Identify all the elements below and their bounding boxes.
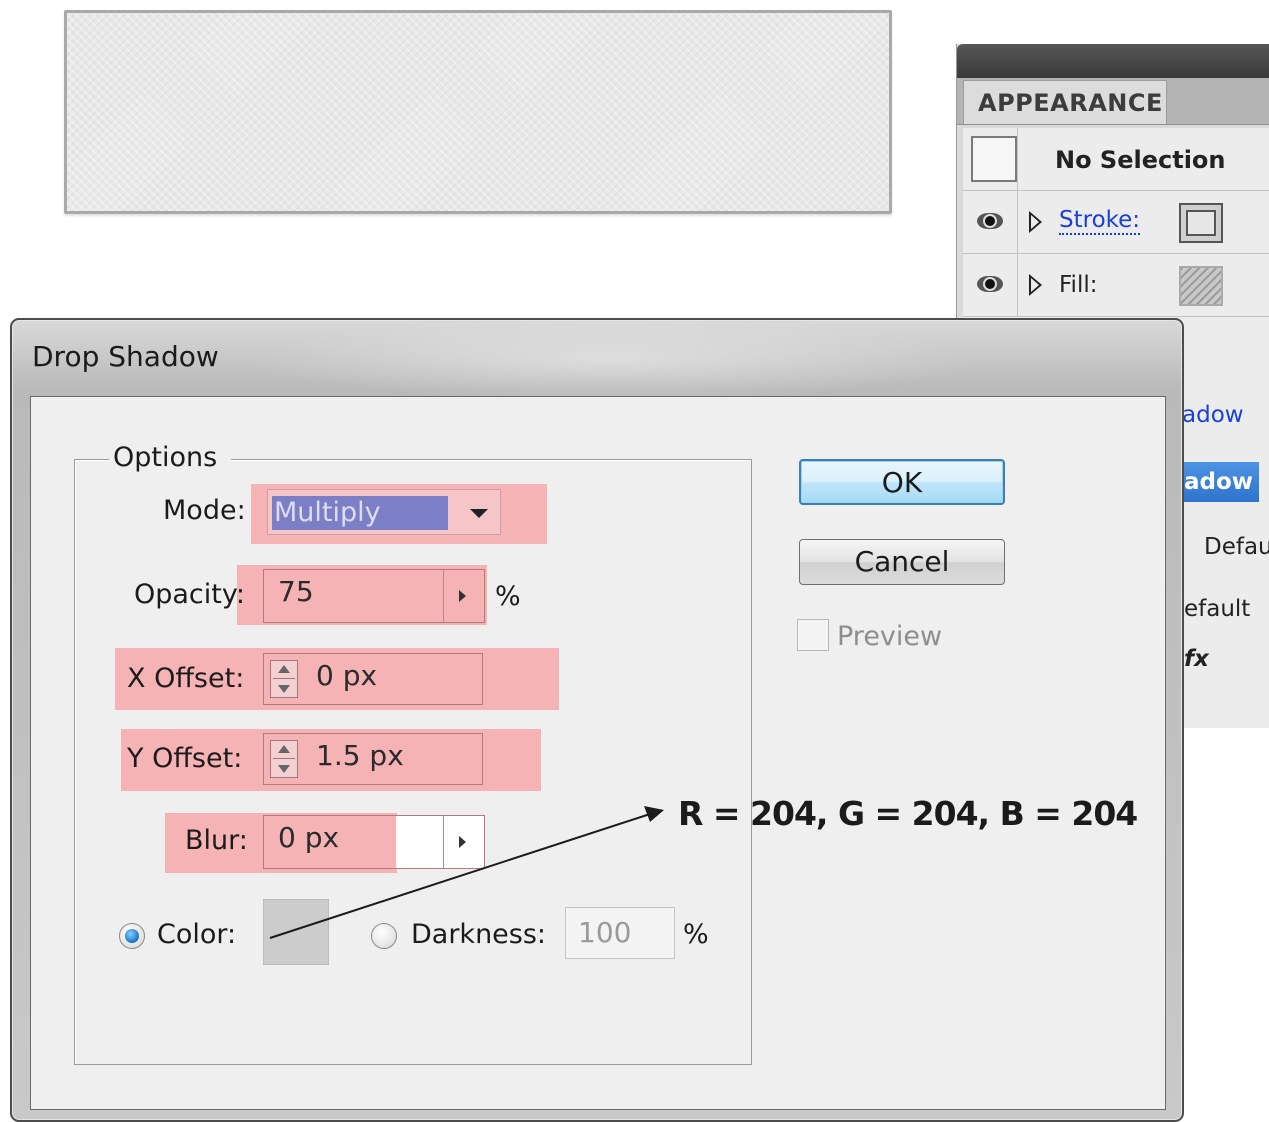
fill-row[interactable]: Fill: [963, 254, 1269, 317]
blur-field[interactable]: 0 px [263, 815, 485, 869]
ok-button[interactable]: OK [799, 459, 1005, 505]
dialog-title: Drop Shadow [32, 340, 219, 373]
color-label[interactable]: Color: [157, 919, 236, 951]
fill-label[interactable]: Fill: [1059, 272, 1097, 298]
preview-label[interactable]: Preview [837, 621, 942, 653]
opacity-unit: % [495, 581, 521, 612]
x-offset-label: X Offset: [127, 663, 245, 694]
stroke-row[interactable]: Stroke: [963, 191, 1269, 254]
chevron-down-icon[interactable] [470, 509, 488, 518]
darkness-unit: % [683, 919, 709, 950]
opacity-field[interactable]: 75 [263, 569, 485, 623]
y-offset-value: 1.5 px [316, 739, 404, 772]
selection-thumbnail [971, 136, 1017, 182]
default-opacity-fragment[interactable]: Defau [1204, 534, 1269, 560]
slider-popup-arrow-icon[interactable] [443, 570, 484, 622]
panel-title-bar[interactable] [957, 44, 1269, 78]
darkness-radio[interactable] [371, 923, 397, 949]
slider-popup-arrow-icon[interactable] [443, 816, 484, 868]
y-offset-stepper-icon[interactable] [270, 740, 298, 778]
artboard-rectangle[interactable] [64, 10, 892, 214]
x-offset-stepper-icon[interactable] [270, 660, 298, 698]
disclosure-triangle-icon[interactable] [1029, 211, 1042, 233]
tab-appearance[interactable]: APPEARANCE [963, 80, 1167, 124]
cancel-button[interactable]: Cancel [799, 539, 1005, 585]
default-fragment[interactable]: efault [1184, 596, 1269, 622]
stroke-swatch[interactable] [1179, 203, 1223, 243]
opacity-label: Opacity: [134, 579, 245, 610]
mode-selected-value: Multiply [272, 496, 448, 530]
stroke-link[interactable]: Stroke: [1059, 207, 1141, 235]
disclosure-triangle-icon[interactable] [1029, 274, 1042, 296]
blur-value: 0 px [278, 821, 340, 854]
darkness-label[interactable]: Darkness: [411, 919, 546, 951]
dialog-client-area: Options Mode: Multiply Opacity: 75 % X O… [30, 396, 1166, 1110]
color-annotation: R = 204, G = 204, B = 204 [678, 794, 1138, 833]
darkness-field[interactable]: 100 [565, 907, 675, 959]
selection-row: No Selection [963, 128, 1269, 191]
x-offset-field[interactable]: 0 px [263, 653, 483, 705]
visibility-eye-icon[interactable] [977, 276, 1003, 292]
selection-label: No Selection [1055, 146, 1226, 174]
preview-checkbox[interactable] [797, 619, 829, 651]
drop-shadow-link-fragment[interactable]: adow [1182, 402, 1269, 428]
drop-shadow-dialog: Drop Shadow Options Mode: Multiply Opaci… [10, 318, 1184, 1122]
fill-swatch[interactable] [1179, 266, 1223, 306]
opacity-value: 75 [278, 575, 314, 608]
options-legend: Options [109, 440, 232, 476]
visibility-eye-icon[interactable] [977, 213, 1003, 229]
x-offset-value: 0 px [316, 659, 378, 692]
fx-icon[interactable]: fx [1184, 646, 1224, 672]
mode-label: Mode: [163, 495, 246, 526]
panel-tab-strip: APPEARANCE [957, 78, 1269, 125]
blur-label: Blur: [185, 825, 248, 856]
color-radio[interactable] [119, 923, 145, 949]
y-offset-label: Y Offset: [127, 743, 243, 774]
y-offset-field[interactable]: 1.5 px [263, 733, 483, 785]
mode-select[interactable]: Multiply [267, 489, 501, 535]
shadow-color-swatch[interactable] [263, 899, 329, 965]
drop-shadow-selected-fragment[interactable]: adow [1180, 462, 1269, 506]
